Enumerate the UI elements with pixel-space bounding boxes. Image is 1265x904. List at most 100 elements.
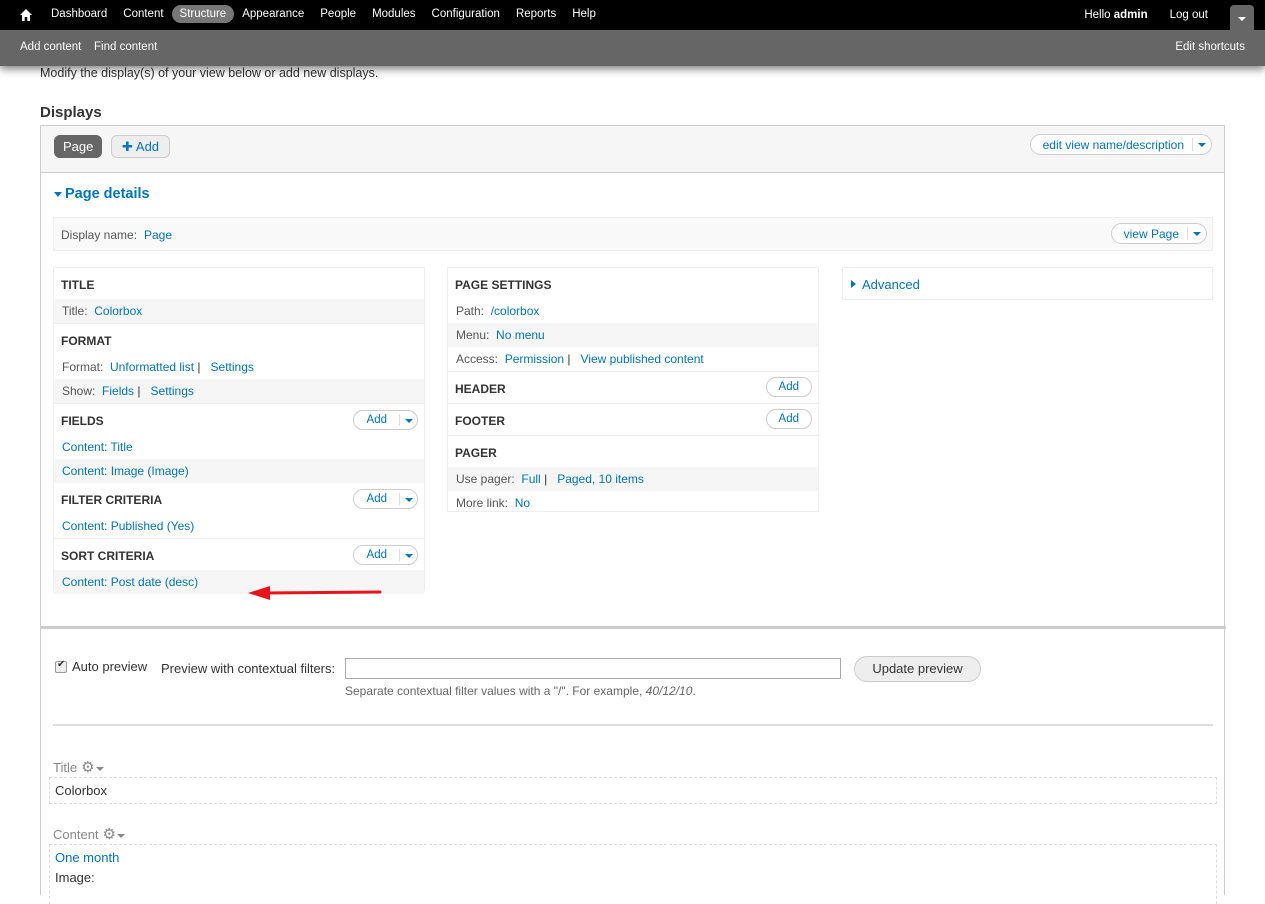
shortcut-add-content[interactable]: Add content <box>20 41 81 53</box>
column-first: TITLE Title: Colorbox FORMAT Format: Unf… <box>53 267 425 594</box>
sort-add-button[interactable]: Add <box>354 549 399 561</box>
separator: | <box>544 472 548 486</box>
gear-icon[interactable]: ⚙ <box>81 758 94 776</box>
section-fields: FIELDS Add Content: Title Content: Image… <box>54 404 424 483</box>
section-footer: FOOTER Add <box>448 404 818 436</box>
use-pager-label: Use pager: <box>456 472 515 486</box>
preview-content-link[interactable]: One month <box>55 850 119 865</box>
contextual-filters-input[interactable] <box>345 658 841 679</box>
section-pager: PAGER Use pager: Full | Paged, 10 items … <box>448 436 818 515</box>
contextual-filters-help: Separate contextual filter values with a… <box>345 684 696 698</box>
menu-link[interactable]: No menu <box>496 328 545 342</box>
filter-item[interactable]: Content: Published (Yes) <box>62 519 194 533</box>
title-label: Title: <box>62 304 88 318</box>
toolbar-item-structure[interactable]: Structure <box>171 5 235 23</box>
red-arrow-annotation <box>248 586 382 600</box>
displays-heading: Displays <box>40 104 102 121</box>
format-settings-link[interactable]: Settings <box>211 360 254 374</box>
toolbar-item-people[interactable]: People <box>312 5 364 23</box>
chevron-down-icon[interactable] <box>1188 224 1206 243</box>
logout-link[interactable]: Log out <box>1170 9 1208 21</box>
content-label-text: Content <box>53 826 99 842</box>
shortcut-find-content[interactable]: Find content <box>94 41 157 53</box>
contextual-filters-label: Preview with contextual filters: <box>161 661 336 676</box>
access-settings-link[interactable]: View published content <box>581 352 704 366</box>
section-heading: SORT CRITERIA <box>61 549 155 563</box>
section-header: HEADER Add <box>448 372 818 404</box>
preview-title-label: Title ⚙ <box>53 758 104 776</box>
update-preview-button[interactable]: Update preview <box>854 656 981 682</box>
hello-text: Hello <box>1084 9 1111 21</box>
auto-preview-checkbox[interactable]: Auto preview <box>55 659 147 674</box>
preview-title-value: Colorbox <box>55 783 108 798</box>
chevron-down-icon[interactable] <box>95 766 104 771</box>
field-item[interactable]: Content: Title <box>62 440 133 454</box>
more-link-value[interactable]: No <box>515 496 530 510</box>
admin-toolbar: Dashboard Content Structure Appearance P… <box>0 0 1265 66</box>
home-icon[interactable] <box>19 8 33 22</box>
field-item[interactable]: Content: Image (Image) <box>62 464 189 478</box>
footer-add-button[interactable]: Add <box>767 413 811 425</box>
pager-options-link[interactable]: Paged, 10 items <box>557 472 644 486</box>
username: admin <box>1113 9 1148 21</box>
show-value-link[interactable]: Fields <box>102 384 134 398</box>
plus-icon: ✚ <box>122 139 133 154</box>
section-heading: PAGER <box>455 446 497 460</box>
toolbar-item-reports[interactable]: Reports <box>508 5 564 23</box>
section-heading: PAGE SETTINGS <box>455 278 552 292</box>
display-name-link[interactable]: Page <box>144 228 172 242</box>
section-title: TITLE Title: Colorbox <box>54 268 424 324</box>
menu-label: Menu: <box>456 328 490 342</box>
advanced-label: Advanced <box>862 277 920 292</box>
add-display-button[interactable]: ✚ Add <box>111 135 171 158</box>
chevron-down-icon[interactable] <box>400 546 417 564</box>
more-link-label: More link: <box>456 496 509 510</box>
header-add-dropbutton: Add <box>765 377 812 397</box>
edit-shortcuts-link[interactable]: Edit shortcuts <box>1175 41 1245 53</box>
access-link[interactable]: Permission <box>505 352 564 366</box>
checkbox-checked-icon[interactable] <box>55 659 67 673</box>
format-value-link[interactable]: Unformatted list <box>110 360 194 374</box>
filter-add-button[interactable]: Add <box>354 493 399 505</box>
gear-icon[interactable]: ⚙ <box>103 825 116 843</box>
help-example: 40/12/10 <box>645 684 693 698</box>
show-settings-link[interactable]: Settings <box>151 384 194 398</box>
chevron-down-icon[interactable] <box>400 490 417 508</box>
page-details-label: Page details <box>65 186 150 202</box>
separator: | <box>567 352 571 366</box>
views-display-container: Page ✚ Add edit view name/description Pag… <box>40 125 1226 904</box>
sort-item[interactable]: Content: Post date (desc) <box>62 575 198 589</box>
fields-add-button[interactable]: Add <box>354 414 399 426</box>
toolbar-item-dashboard[interactable]: Dashboard <box>43 5 115 23</box>
tab-page[interactable]: Page <box>54 135 103 158</box>
edit-view-name-button[interactable]: edit view name/description <box>1031 138 1192 152</box>
caret-right-icon <box>851 280 856 288</box>
view-page-button[interactable]: view Page <box>1112 227 1187 241</box>
auto-preview-label: Auto preview <box>72 659 148 674</box>
toolbar-item-content[interactable]: Content <box>115 5 171 23</box>
pager-type-link[interactable]: Full <box>521 472 540 486</box>
preview-title-box: Colorbox <box>49 777 1217 804</box>
format-label: Format: <box>62 360 104 374</box>
toolbar-item-configuration[interactable]: Configuration <box>424 5 508 23</box>
user-greeting[interactable]: Hello admin <box>1084 9 1147 21</box>
preview-content-label: Content ⚙ <box>53 825 125 843</box>
title-value-link[interactable]: Colorbox <box>94 304 142 318</box>
chevron-down-icon[interactable] <box>117 833 125 838</box>
path-link[interactable]: /colorbox <box>491 304 540 318</box>
section-heading: HEADER <box>455 382 506 396</box>
toolbar-drawer-toggle[interactable] <box>1230 5 1254 30</box>
header-add-button[interactable]: Add <box>767 381 811 393</box>
page-details-toggle[interactable]: Page details <box>54 186 150 202</box>
section-heading: FILTER CRITERIA <box>61 493 163 507</box>
toolbar-item-modules[interactable]: Modules <box>364 5 423 23</box>
view-page-dropbutton: view Page <box>1110 223 1207 244</box>
section-heading: TITLE <box>61 278 95 292</box>
toolbar-item-help[interactable]: Help <box>564 5 604 23</box>
separator: | <box>137 384 141 398</box>
chevron-down-icon[interactable] <box>1193 135 1211 154</box>
chevron-down-icon[interactable] <box>400 411 417 429</box>
advanced-toggle[interactable]: Advanced <box>842 267 1213 300</box>
title-label-text: Title <box>53 759 78 775</box>
toolbar-item-appearance[interactable]: Appearance <box>234 5 312 23</box>
